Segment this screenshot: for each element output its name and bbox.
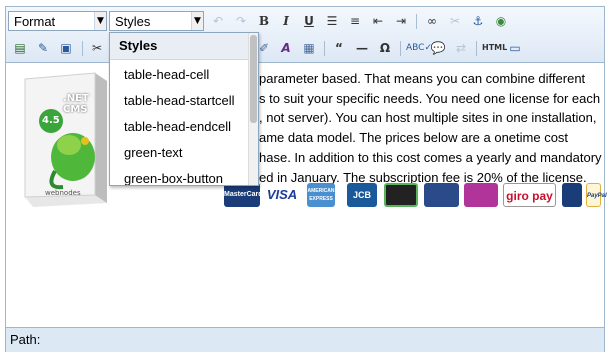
text-line: ame data model. The prices below are a o… <box>259 130 569 146</box>
horizontal-rule-icon[interactable]: — <box>353 39 371 57</box>
toolbar-separator <box>476 41 477 56</box>
styles-select[interactable]: Styles ▼ <box>109 11 204 31</box>
spellcheck-icon[interactable]: ABC✓ <box>406 39 432 57</box>
scrollbar-thumb[interactable] <box>250 35 257 123</box>
paypal-logo: PayPal <box>586 183 607 207</box>
product-brand-label: webnodes <box>45 189 81 197</box>
styles-dropdown-title: Styles <box>110 33 248 60</box>
outdent-icon[interactable]: ⇤ <box>369 12 387 30</box>
giropay-logo: giro pay <box>503 183 556 207</box>
font-style-icon[interactable]: A <box>277 39 295 57</box>
ec-logo <box>562 183 582 207</box>
visa-logo: VISA <box>264 183 300 207</box>
italic-icon[interactable]: I <box>277 12 295 30</box>
editor-toolbar: Format ▼ Styles ▼ ↶ ↷ B I U ☰ ≡ ⇤ ⇥ ∞ ✂ … <box>6 7 604 63</box>
jcb-logo: JCB <box>347 183 377 207</box>
bold-icon[interactable]: B <box>255 12 273 30</box>
styles-dropdown: Styles table-head-cell table-head-startc… <box>109 32 259 186</box>
insert-media-icon[interactable]: ◉ <box>492 12 510 30</box>
editor-content[interactable]: .NET CMS 4.5 webnodes parameter based. T… <box>6 63 607 327</box>
fullscreen-icon[interactable]: ▭ <box>506 39 524 57</box>
paybox-logo <box>384 183 418 207</box>
paste-text-icon[interactable]: ▤ <box>11 39 29 57</box>
style-option[interactable]: table-head-startcell <box>124 93 235 108</box>
styles-dropdown-title-text: Styles <box>119 38 158 53</box>
path-label: Path: <box>10 332 41 347</box>
link-icon[interactable]: ∞ <box>423 12 441 30</box>
toolbar-row-1: Format ▼ Styles ▼ ↶ ↷ B I U ☰ ≡ ⇤ ⇥ ∞ ✂ … <box>6 9 604 35</box>
toolbar-separator <box>416 14 417 29</box>
style-option[interactable]: table-head-endcell <box>124 119 231 134</box>
toolbar-row-2: ▤ ✎ ▣ ✂ ✐ A ▦ “ — Ω ABC✓ 💬 ⇄ HTML ▭ <box>6 36 604 62</box>
numbered-list-icon[interactable]: ≡ <box>346 12 364 30</box>
amex-logo: AMERICAN EXPRESS <box>307 183 335 207</box>
status-bar: Path: <box>6 327 604 352</box>
description-text: parameter based. That means you can comb… <box>11 69 602 187</box>
mastercard-logo: MasterCard <box>224 183 263 207</box>
indent-icon[interactable]: ⇥ <box>392 12 410 30</box>
comment-icon[interactable]: 💬 <box>429 39 447 57</box>
text-line: hase. In addition to this cost comes a y… <box>259 149 602 165</box>
rich-text-editor: Format ▼ Styles ▼ ↶ ↷ B I U ☰ ≡ ⇤ ⇥ ∞ ✂ … <box>5 6 607 352</box>
style-option[interactable]: green-text <box>124 145 183 160</box>
style-option[interactable]: green-box-button <box>124 171 223 185</box>
anchor-icon[interactable]: ⚓ <box>469 12 487 30</box>
unlink-icon[interactable]: ✂ <box>446 12 464 30</box>
redo-icon[interactable]: ↷ <box>232 12 250 30</box>
text-line: s to suit your specific needs. You need … <box>259 90 601 106</box>
html-source-icon[interactable]: HTML <box>482 39 507 57</box>
special-char-icon[interactable]: Ω <box>376 39 394 57</box>
undo-icon[interactable]: ↶ <box>209 12 227 30</box>
toolbar-separator <box>400 41 401 56</box>
edit-icon[interactable]: ✎ <box>34 39 52 57</box>
payment-method-logo <box>424 183 459 207</box>
cut-icon[interactable]: ✂ <box>88 39 106 57</box>
payment-method-logo <box>464 183 498 207</box>
text-line: parameter based. That means you can comb… <box>259 71 586 86</box>
bulleted-list-icon[interactable]: ☰ <box>323 12 341 30</box>
dropdown-scrollbar[interactable] <box>248 33 258 185</box>
format-select-label: Format <box>14 14 56 29</box>
chevron-down-icon[interactable]: ▼ <box>191 12 203 30</box>
style-option[interactable]: table-head-cell <box>124 67 209 82</box>
image-icon[interactable]: ▣ <box>57 39 75 57</box>
format-select[interactable]: Format ▼ <box>8 11 107 31</box>
underline-icon[interactable]: U <box>300 12 318 30</box>
toolbar-separator <box>82 41 83 56</box>
properties-icon[interactable]: ▦ <box>300 39 318 57</box>
toolbar-separator <box>324 41 325 56</box>
blockquote-icon[interactable]: “ <box>330 39 348 57</box>
styles-select-label: Styles <box>115 14 151 29</box>
text-line: , not server). You can host multiple sit… <box>259 110 597 126</box>
chevron-down-icon[interactable]: ▼ <box>94 12 106 30</box>
find-replace-icon[interactable]: ⇄ <box>452 39 470 57</box>
